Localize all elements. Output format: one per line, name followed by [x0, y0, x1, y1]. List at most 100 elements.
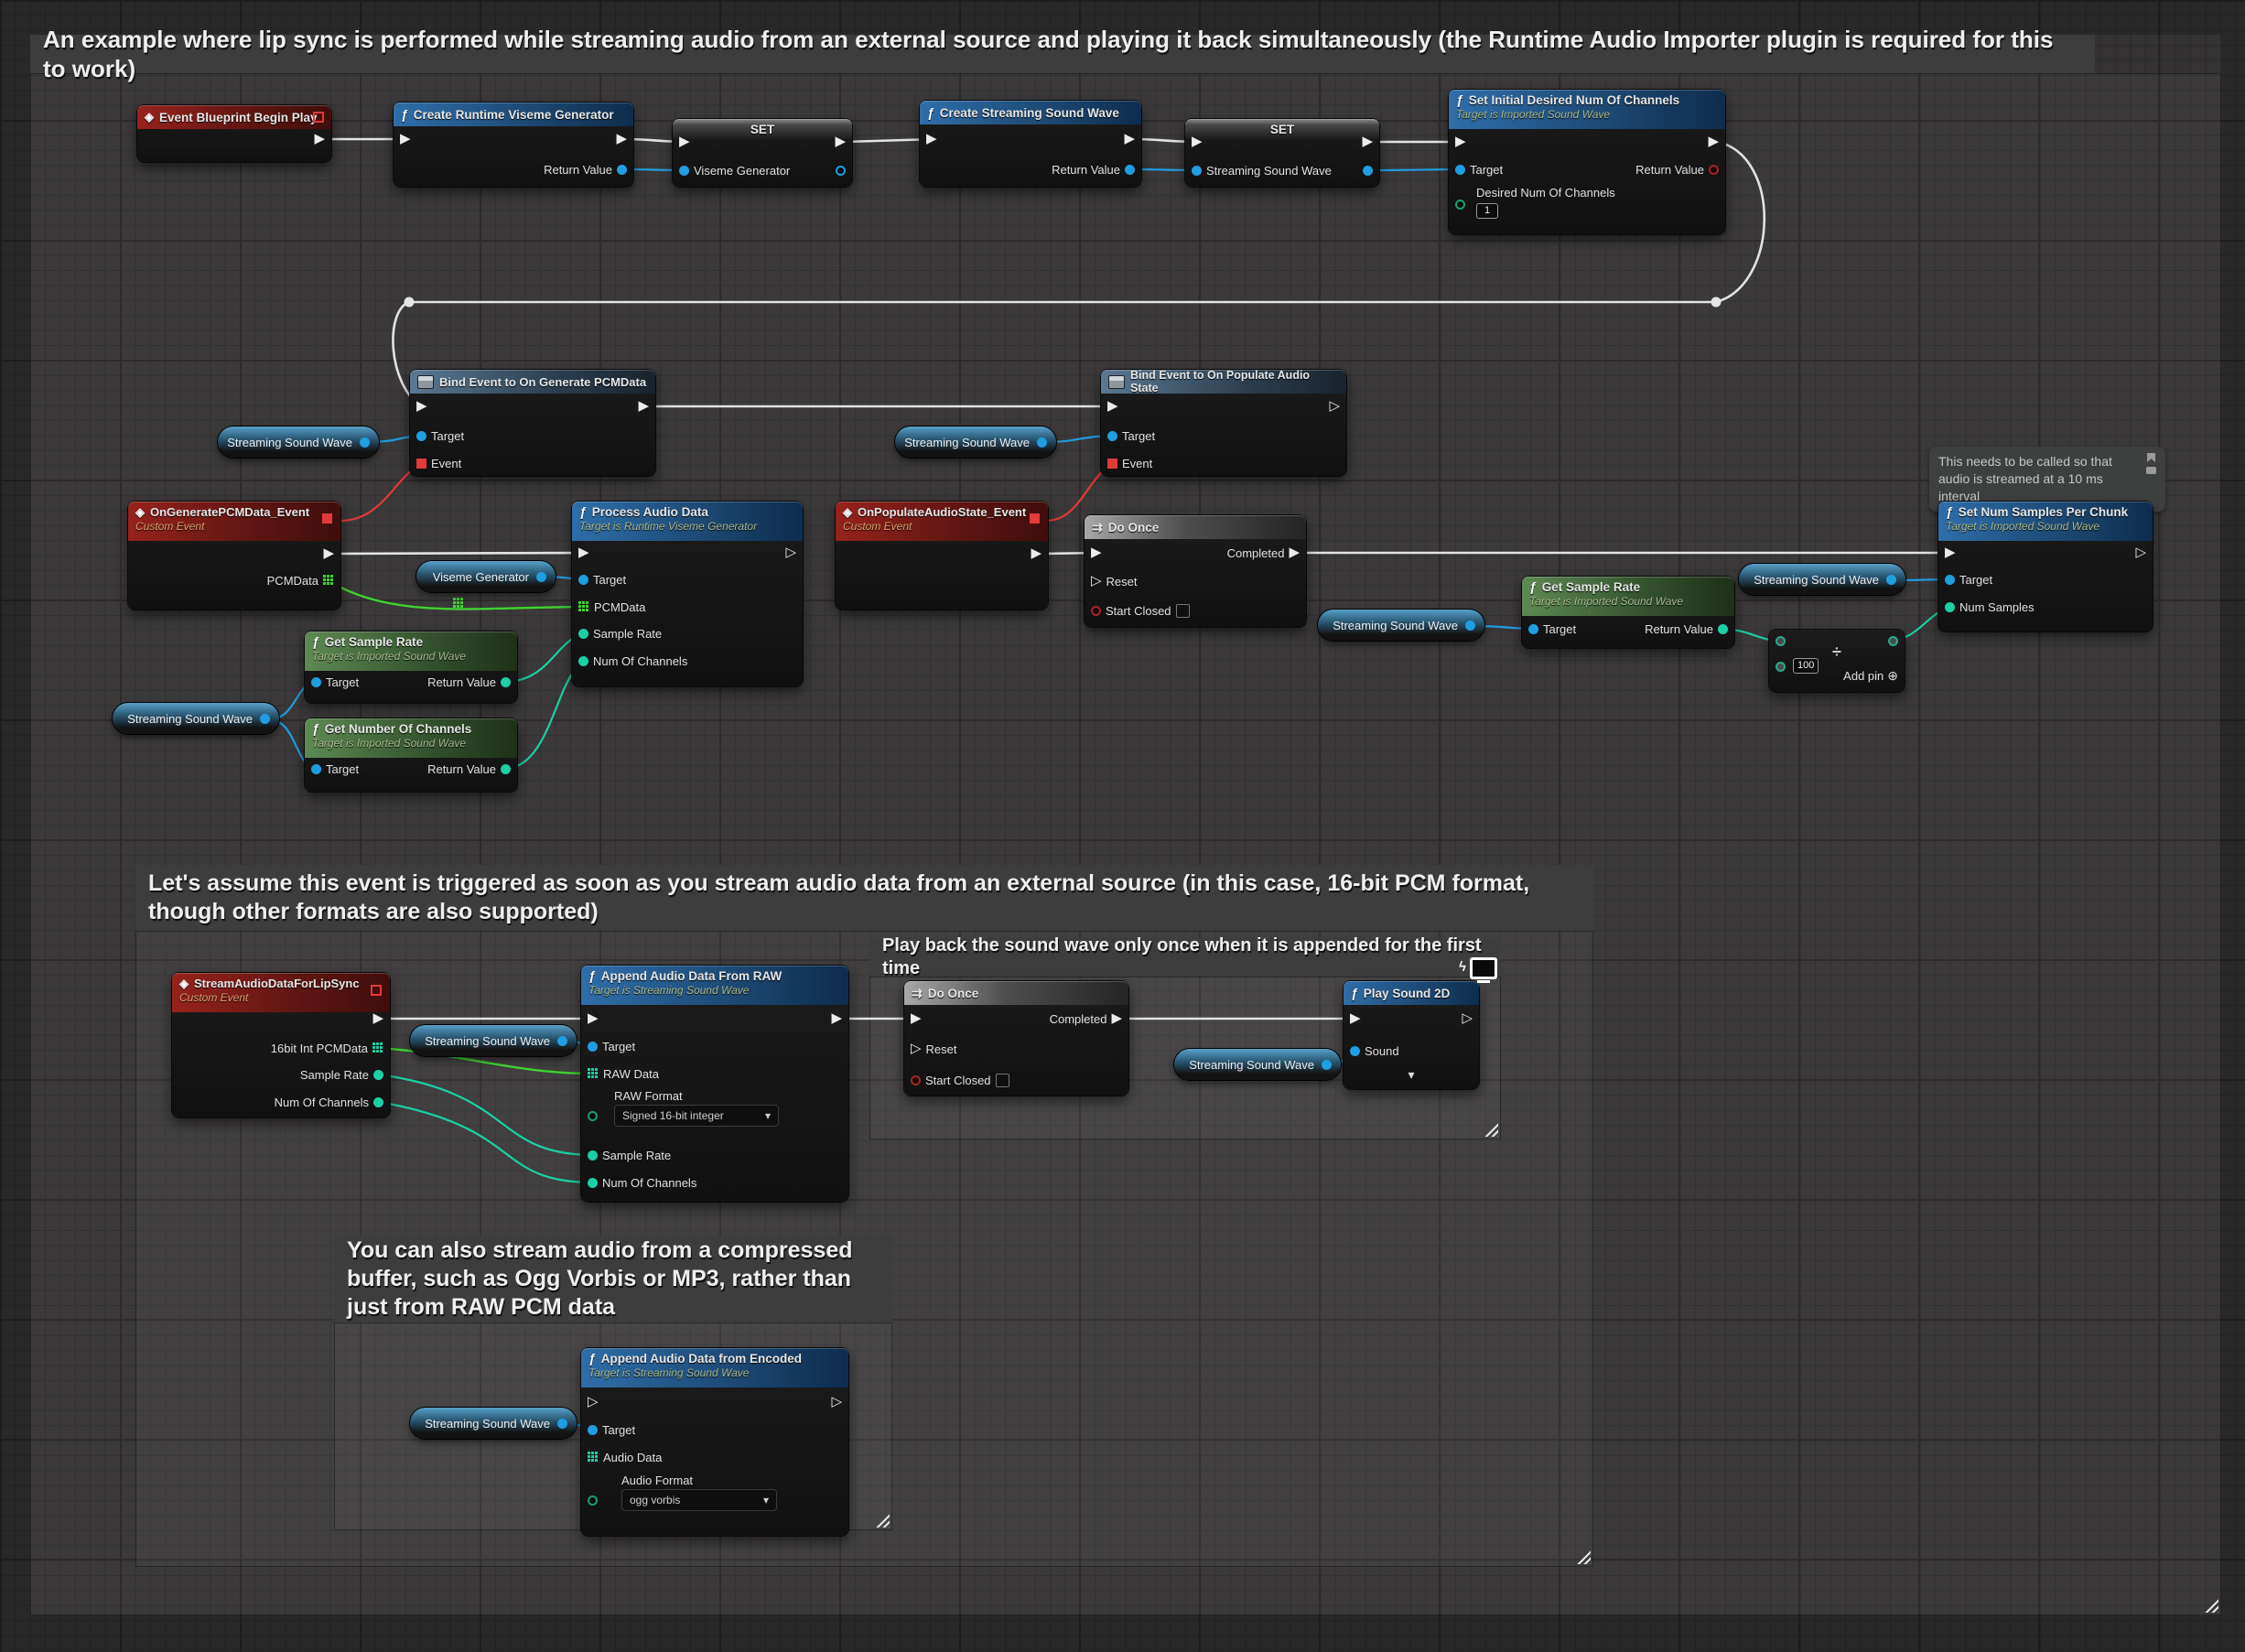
pin-num-samples[interactable]: Num Samples: [1945, 598, 2035, 616]
pin-return-value[interactable]: Return Value: [1645, 620, 1728, 638]
pin-pcmdata[interactable]: PCMData: [267, 571, 334, 589]
exec-out-pin[interactable]: ▶: [1708, 133, 1719, 151]
pin-return-value[interactable]: Return Value: [1635, 160, 1719, 178]
pin-target[interactable]: Target: [1455, 160, 1503, 178]
pin-pcmdata[interactable]: PCMData: [578, 598, 645, 616]
object-pin-icon[interactable]: [1037, 437, 1047, 448]
node-set-viseme-generator[interactable]: SET ▶ ▶ Viseme Generator: [673, 119, 852, 187]
pin-target[interactable]: Target: [416, 426, 464, 445]
pin-return-value[interactable]: Return Value: [427, 760, 511, 778]
pin-num-of-channels[interactable]: Num Of Channels: [578, 652, 687, 670]
exec-out-pin[interactable]: ▷: [2135, 544, 2146, 562]
pin-target[interactable]: Target: [311, 760, 359, 778]
add-pin-button[interactable]: ⊕Add pin: [1843, 666, 1898, 685]
object-pin-icon[interactable]: [360, 437, 370, 448]
object-pin-icon[interactable]: [557, 1036, 567, 1046]
exec-in-pin[interactable]: ▶: [1350, 1010, 1361, 1028]
exec-out-pin[interactable]: ▶: [638, 397, 649, 416]
node-do-once-1[interactable]: ⇉Do Once ▶ ▶Completed ▷Reset Start Close…: [1085, 515, 1306, 627]
delegate-pin[interactable]: [322, 513, 332, 524]
variable-streaming-sound-wave[interactable]: Streaming Sound Wave: [410, 1025, 577, 1056]
exec-in-pin[interactable]: ▶: [400, 130, 411, 148]
divide-output-pin[interactable]: [1888, 632, 1898, 650]
start-closed-checkbox[interactable]: [1176, 604, 1190, 618]
divide-input-a-pin[interactable]: [1775, 632, 1786, 650]
exec-out-pin[interactable]: ▶: [372, 1010, 383, 1028]
pin-return-value[interactable]: Return Value: [544, 160, 627, 178]
raw-format-dropdown[interactable]: Signed 16-bit integer▾: [614, 1105, 779, 1127]
exec-out-pin[interactable]: ▶: [1362, 133, 1373, 151]
pin-raw-format[interactable]: [588, 1107, 598, 1125]
divide-value-input[interactable]: 100: [1793, 658, 1819, 674]
pin-completed[interactable]: ▶Completed: [1227, 544, 1300, 562]
pin-target[interactable]: Target: [1107, 426, 1155, 445]
variable-streaming-sound-wave[interactable]: Streaming Sound Wave: [113, 703, 279, 734]
pin-streaming-sound-wave[interactable]: Streaming Sound Wave: [1192, 161, 1332, 179]
variable-viseme-generator[interactable]: Viseme Generator: [416, 561, 556, 592]
pin-audio-data[interactable]: Audio Data: [588, 1448, 662, 1466]
variable-streaming-sound-wave[interactable]: Streaming Sound Wave: [218, 426, 379, 458]
object-pin-icon[interactable]: [536, 572, 546, 582]
pin-sample-rate[interactable]: Sample Rate: [300, 1065, 383, 1084]
node-divide[interactable]: ÷ 100 ⊕Add pin: [1769, 630, 1905, 692]
delegate-pin[interactable]: [313, 112, 324, 123]
delegate-pin[interactable]: [371, 985, 382, 996]
exec-out-pin[interactable]: ▷: [1462, 1010, 1473, 1028]
expand-node-button[interactable]: ▾: [1408, 1065, 1414, 1084]
exec-in-pin[interactable]: ▷: [588, 1393, 599, 1411]
node-bind-event-on-generate-pcmdata[interactable]: Bind Event to On Generate PCMData ▶ ▶ Ta…: [410, 370, 655, 476]
object-pin-icon[interactable]: [1465, 621, 1475, 631]
audio-format-dropdown[interactable]: ogg vorbis▾: [621, 1489, 777, 1511]
variable-streaming-sound-wave[interactable]: Streaming Sound Wave: [1739, 564, 1905, 595]
pin-start-closed[interactable]: Start Closed: [911, 1071, 1009, 1089]
node-append-audio-data-from-encoded[interactable]: ƒAppend Audio Data from Encoded Target i…: [581, 1348, 848, 1536]
node-event-begin-play[interactable]: ◈Event Blueprint Begin Play ▶: [137, 105, 331, 162]
node-ongeneratepcmdata-event[interactable]: ◈OnGeneratePCMData_Event Custom Event ▶ …: [128, 502, 340, 610]
object-pin-icon[interactable]: [1886, 575, 1896, 585]
exec-in-pin[interactable]: ▶: [578, 544, 589, 562]
pin-sample-rate[interactable]: Sample Rate: [588, 1146, 671, 1164]
exec-out-pin[interactable]: ▷: [1329, 397, 1340, 416]
object-pin-icon[interactable]: [557, 1419, 567, 1429]
exec-out-pin[interactable]: ▶: [323, 545, 334, 563]
exec-in-pin[interactable]: ▶: [1107, 397, 1118, 416]
pin-sound[interactable]: Sound: [1350, 1042, 1399, 1060]
exec-in-pin[interactable]: ▶: [926, 130, 937, 148]
pin-target[interactable]: Target: [588, 1037, 635, 1055]
variable-streaming-sound-wave[interactable]: Streaming Sound Wave: [410, 1408, 577, 1439]
pin-event[interactable]: Event: [1107, 454, 1152, 472]
node-set-streaming-sound-wave[interactable]: SET ▶ ▶ Streaming Sound Wave: [1185, 119, 1379, 187]
exec-in-pin[interactable]: ▶: [1091, 544, 1102, 562]
exec-out-pin[interactable]: ▷: [785, 544, 796, 562]
exec-in-pin[interactable]: ▶: [1455, 133, 1466, 151]
variable-streaming-sound-wave[interactable]: Streaming Sound Wave: [895, 426, 1056, 458]
exec-out-pin[interactable]: ▶: [1124, 130, 1135, 148]
exec-in-pin[interactable]: ▶: [1945, 544, 1956, 562]
pin-completed[interactable]: ▶Completed: [1050, 1010, 1122, 1028]
exec-out-pin[interactable]: ▷: [831, 1393, 842, 1411]
divide-input-b-pin[interactable]: [1775, 657, 1786, 675]
pin-target[interactable]: Target: [1945, 570, 1992, 588]
pin-num-of-channels[interactable]: Num Of Channels: [275, 1093, 383, 1111]
pin-target[interactable]: Target: [578, 570, 626, 588]
node-set-initial-desired-num-of-channels[interactable]: ƒSet Initial Desired Num Of Channels Tar…: [1449, 90, 1725, 234]
pin-audio-format[interactable]: [588, 1491, 598, 1509]
pin-bubble-icon[interactable]: [2147, 453, 2155, 462]
pin-start-closed[interactable]: Start Closed: [1091, 601, 1190, 620]
variable-streaming-sound-wave[interactable]: Streaming Sound Wave: [1174, 1049, 1341, 1080]
pin-target[interactable]: Target: [311, 673, 359, 691]
pin-16bit-int-pcmdata[interactable]: 16bit Int PCMData: [271, 1039, 383, 1057]
pin-sample-rate[interactable]: Sample Rate: [578, 624, 662, 642]
node-bind-event-on-populate-audio-state[interactable]: Bind Event to On Populate Audio State ▶ …: [1101, 370, 1346, 476]
node-get-sample-rate-right[interactable]: ƒGet Sample Rate Target is Imported Soun…: [1522, 577, 1734, 648]
pin-raw-data[interactable]: RAW Data: [588, 1064, 659, 1083]
exec-out-pin[interactable]: ▶: [616, 130, 627, 148]
exec-in-pin[interactable]: ▶: [588, 1010, 599, 1028]
exec-in-pin[interactable]: ▶: [911, 1010, 922, 1028]
exec-in-pin[interactable]: ▶: [679, 133, 690, 151]
delegate-pin[interactable]: [1030, 513, 1040, 524]
exec-out-pin[interactable]: ▶: [314, 130, 325, 148]
channels-value-input[interactable]: 1: [1476, 203, 1498, 219]
node-streamaudiodataforlipsync-event[interactable]: ◈StreamAudioDataForLipSync Custom Event …: [172, 973, 390, 1118]
node-append-audio-data-from-raw[interactable]: ƒAppend Audio Data From RAW Target is St…: [581, 966, 848, 1202]
